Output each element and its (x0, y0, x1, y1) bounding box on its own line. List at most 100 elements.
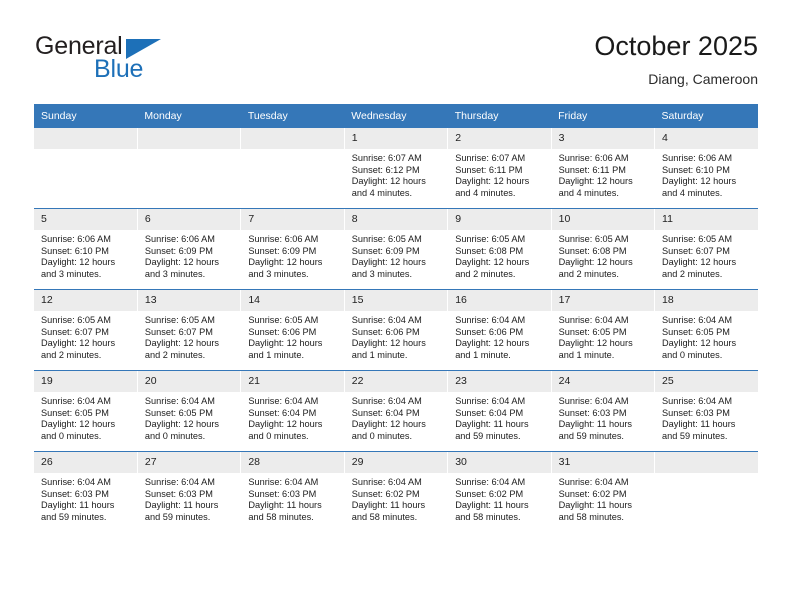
sunset-text: Sunset: 6:02 PM (455, 488, 524, 499)
day-cell-22[interactable]: 22 Sunrise: 6:04 AM Sunset: 6:04 PM Dayligh… (343, 370, 449, 452)
calendar-grid: Sunday Monday Tuesday Wednesday Thursday Frid… (34, 104, 758, 532)
daylight-text-cont: and 4 minutes. (662, 187, 723, 198)
daylight-text: Daylight: 11 hours (662, 419, 736, 430)
day-cell-21[interactable]: 21 Sunrise: 6:04 AM Sunset: 6:04 PM Dayligh… (240, 370, 345, 452)
day-details: Sunrise: 6:06 AM Sunset: 6:11 PM Daylight:… (552, 149, 654, 199)
sunrise-text: Sunrise: 6:04 AM (558, 396, 629, 406)
daylight-text-cont: and 1 minute. (351, 349, 408, 360)
day-cell-19[interactable]: 19 Sunrise: 6:04 AM Sunset: 6:05 PM Dayligh… (34, 370, 138, 452)
day-number: 14 (241, 290, 344, 311)
daylight-text: Daylight: 11 hours (558, 419, 632, 430)
sunrise-text: Sunrise: 6:04 AM (248, 396, 319, 406)
day-details: Sunrise: 6:06 AM Sunset: 6:10 PM Daylight:… (655, 149, 758, 199)
day-number: 16 (448, 290, 551, 311)
daylight-text: Daylight: 12 hours (248, 338, 323, 349)
day-number (655, 452, 758, 473)
sunrise-text: Sunrise: 6:04 AM (41, 477, 111, 487)
day-cell-20[interactable]: 20 Sunrise: 6:04 AM Sunset: 6:05 PM Dayligh… (136, 370, 242, 452)
day-details: Sunrise: 6:06 AM Sunset: 6:09 PM Daylight:… (241, 230, 343, 280)
daylight-text: Daylight: 11 hours (248, 500, 322, 511)
day-number: 22 (344, 371, 448, 392)
day-cell-31[interactable]: 31 Sunrise: 6:04 AM Sunset: 6:02 PM Dayligh… (550, 451, 656, 532)
calendar-week-row: 1 Sunrise: 6:07 AM Sunset: 6:12 PM Daylight… (34, 128, 758, 209)
day-cell-4[interactable]: 4 Sunrise: 6:06 AM Sunset: 6:10 PM Daylight… (654, 128, 758, 209)
day-cell-11[interactable]: 11 Sunrise: 6:05 AM Sunset: 6:07 PM Dayligh… (654, 208, 758, 290)
day-cell-3[interactable]: 3 Sunrise: 6:06 AM Sunset: 6:11 PM Daylight… (550, 128, 656, 209)
day-cell-9[interactable]: 9 Sunrise: 6:05 AM Sunset: 6:08 PM Daylight… (447, 208, 552, 290)
day-cell-17[interactable]: 17 Sunrise: 6:04 AM Sunset: 6:05 PM Dayligh… (550, 289, 656, 371)
day-number: 17 (551, 290, 655, 311)
general-blue-logo[interactable]: General Blue (34, 34, 234, 94)
weekday-header-friday: Friday (551, 104, 655, 128)
day-cell-12[interactable]: 12 Sunrise: 6:05 AM Sunset: 6:07 PM Dayligh… (34, 289, 138, 371)
day-details: Sunrise: 6:04 AM Sunset: 6:03 PM Daylight:… (138, 473, 240, 523)
daylight-text-cont: and 2 minutes. (558, 268, 619, 279)
day-cell-2[interactable]: 2 Sunrise: 6:07 AM Sunset: 6:11 PM Daylight… (447, 128, 552, 209)
daylight-text-cont: and 59 minutes. (144, 511, 211, 522)
sunset-text: Sunset: 6:09 PM (144, 245, 213, 256)
day-number: 19 (34, 371, 137, 392)
day-number: 15 (344, 290, 448, 311)
day-cell-7[interactable]: 7 Sunrise: 6:06 AM Sunset: 6:09 PM Daylight… (240, 208, 345, 290)
day-number: 9 (448, 209, 551, 230)
day-cell-27[interactable]: 27 Sunrise: 6:04 AM Sunset: 6:03 PM Dayligh… (136, 451, 242, 532)
daylight-text-cont: and 0 minutes. (41, 430, 102, 441)
day-cell-26[interactable]: 26 Sunrise: 6:04 AM Sunset: 6:03 PM Dayligh… (34, 451, 138, 532)
sunset-text: Sunset: 6:06 PM (248, 326, 317, 337)
day-number: 20 (137, 371, 241, 392)
day-number: 7 (241, 209, 344, 230)
day-cell-16[interactable]: 16 Sunrise: 6:04 AM Sunset: 6:06 PM Dayligh… (447, 289, 552, 371)
daylight-text-cont: and 1 minute. (248, 349, 305, 360)
day-cell-25[interactable]: 25 Sunrise: 6:04 AM Sunset: 6:03 PM Dayligh… (654, 370, 758, 452)
day-details: Sunrise: 6:04 AM Sunset: 6:02 PM Daylight:… (448, 473, 550, 523)
day-number: 6 (137, 209, 241, 230)
day-cell-30[interactable]: 30 Sunrise: 6:04 AM Sunset: 6:02 PM Dayligh… (447, 451, 552, 532)
day-details: Sunrise: 6:05 AM Sunset: 6:09 PM Daylight:… (345, 230, 447, 280)
daylight-text-cont: and 4 minutes. (558, 187, 619, 198)
day-cell-29[interactable]: 29 Sunrise: 6:04 AM Sunset: 6:02 PM Dayligh… (343, 451, 449, 532)
day-details: Sunrise: 6:05 AM Sunset: 6:07 PM Daylight:… (138, 311, 240, 361)
sunset-text: Sunset: 6:03 PM (248, 488, 317, 499)
daylight-text-cont: and 3 minutes. (248, 268, 309, 279)
day-cell-8[interactable]: 8 Sunrise: 6:05 AM Sunset: 6:09 PM Daylight… (343, 208, 449, 290)
day-details: Sunrise: 6:04 AM Sunset: 6:04 PM Daylight:… (448, 392, 550, 442)
day-number: 10 (551, 209, 655, 230)
daylight-text: Daylight: 11 hours (455, 419, 529, 430)
sunrise-text: Sunrise: 6:04 AM (351, 315, 422, 325)
daylight-text: Daylight: 12 hours (248, 257, 323, 268)
day-details: Sunrise: 6:05 AM Sunset: 6:07 PM Daylight:… (34, 311, 137, 361)
daylight-text: Daylight: 12 hours (351, 338, 426, 349)
day-cell-23[interactable]: 23 Sunrise: 6:04 AM Sunset: 6:04 PM Dayligh… (447, 370, 552, 452)
daylight-text: Daylight: 12 hours (144, 338, 219, 349)
day-cell-5[interactable]: 5 Sunrise: 6:06 AM Sunset: 6:10 PM Daylight… (34, 208, 138, 290)
daylight-text-cont: and 0 minutes. (662, 349, 723, 360)
day-details: Sunrise: 6:04 AM Sunset: 6:06 PM Daylight:… (345, 311, 447, 361)
day-cell-15[interactable]: 15 Sunrise: 6:04 AM Sunset: 6:06 PM Dayligh… (343, 289, 449, 371)
day-details: Sunrise: 6:05 AM Sunset: 6:08 PM Daylight:… (552, 230, 654, 280)
daylight-text-cont: and 2 minutes. (41, 349, 102, 360)
day-cell-14[interactable]: 14 Sunrise: 6:05 AM Sunset: 6:06 PM Dayligh… (240, 289, 345, 371)
day-number: 24 (551, 371, 655, 392)
day-cell-10[interactable]: 10 Sunrise: 6:05 AM Sunset: 6:08 PM Dayligh… (550, 208, 656, 290)
sunset-text: Sunset: 6:02 PM (558, 488, 627, 499)
day-cell-24[interactable]: 24 Sunrise: 6:04 AM Sunset: 6:03 PM Dayligh… (550, 370, 656, 452)
day-number (34, 128, 137, 149)
day-number: 13 (137, 290, 241, 311)
day-cell-18[interactable]: 18 Sunrise: 6:04 AM Sunset: 6:05 PM Dayligh… (654, 289, 758, 371)
weekday-header: Sunday Monday Tuesday Wednesday Thursday Frid… (34, 104, 758, 128)
day-details: Sunrise: 6:06 AM Sunset: 6:10 PM Daylight:… (34, 230, 137, 280)
sunset-text: Sunset: 6:10 PM (662, 164, 730, 175)
daylight-text: Daylight: 12 hours (351, 257, 426, 268)
day-cell-28[interactable]: 28 Sunrise: 6:04 AM Sunset: 6:03 PM Dayligh… (240, 451, 345, 532)
sunrise-text: Sunrise: 6:04 AM (351, 396, 422, 406)
day-cell-6[interactable]: 6 Sunrise: 6:06 AM Sunset: 6:09 PM Daylight… (136, 208, 242, 290)
calendar-week-row: 19 Sunrise: 6:04 AM Sunset: 6:05 PM Dayligh… (34, 370, 758, 452)
daylight-text-cont: and 58 minutes. (558, 511, 624, 522)
day-cell-13[interactable]: 13 Sunrise: 6:05 AM Sunset: 6:07 PM Dayligh… (136, 289, 242, 371)
day-details: Sunrise: 6:04 AM Sunset: 6:05 PM Daylight:… (138, 392, 240, 442)
weekday-header-sunday: Sunday (34, 104, 138, 128)
day-cell-1[interactable]: 1 Sunrise: 6:07 AM Sunset: 6:12 PM Daylight… (343, 128, 449, 209)
day-number: 18 (655, 290, 758, 311)
calendar-body: 1 Sunrise: 6:07 AM Sunset: 6:12 PM Daylight… (34, 128, 758, 532)
daylight-text-cont: and 4 minutes. (455, 187, 516, 198)
